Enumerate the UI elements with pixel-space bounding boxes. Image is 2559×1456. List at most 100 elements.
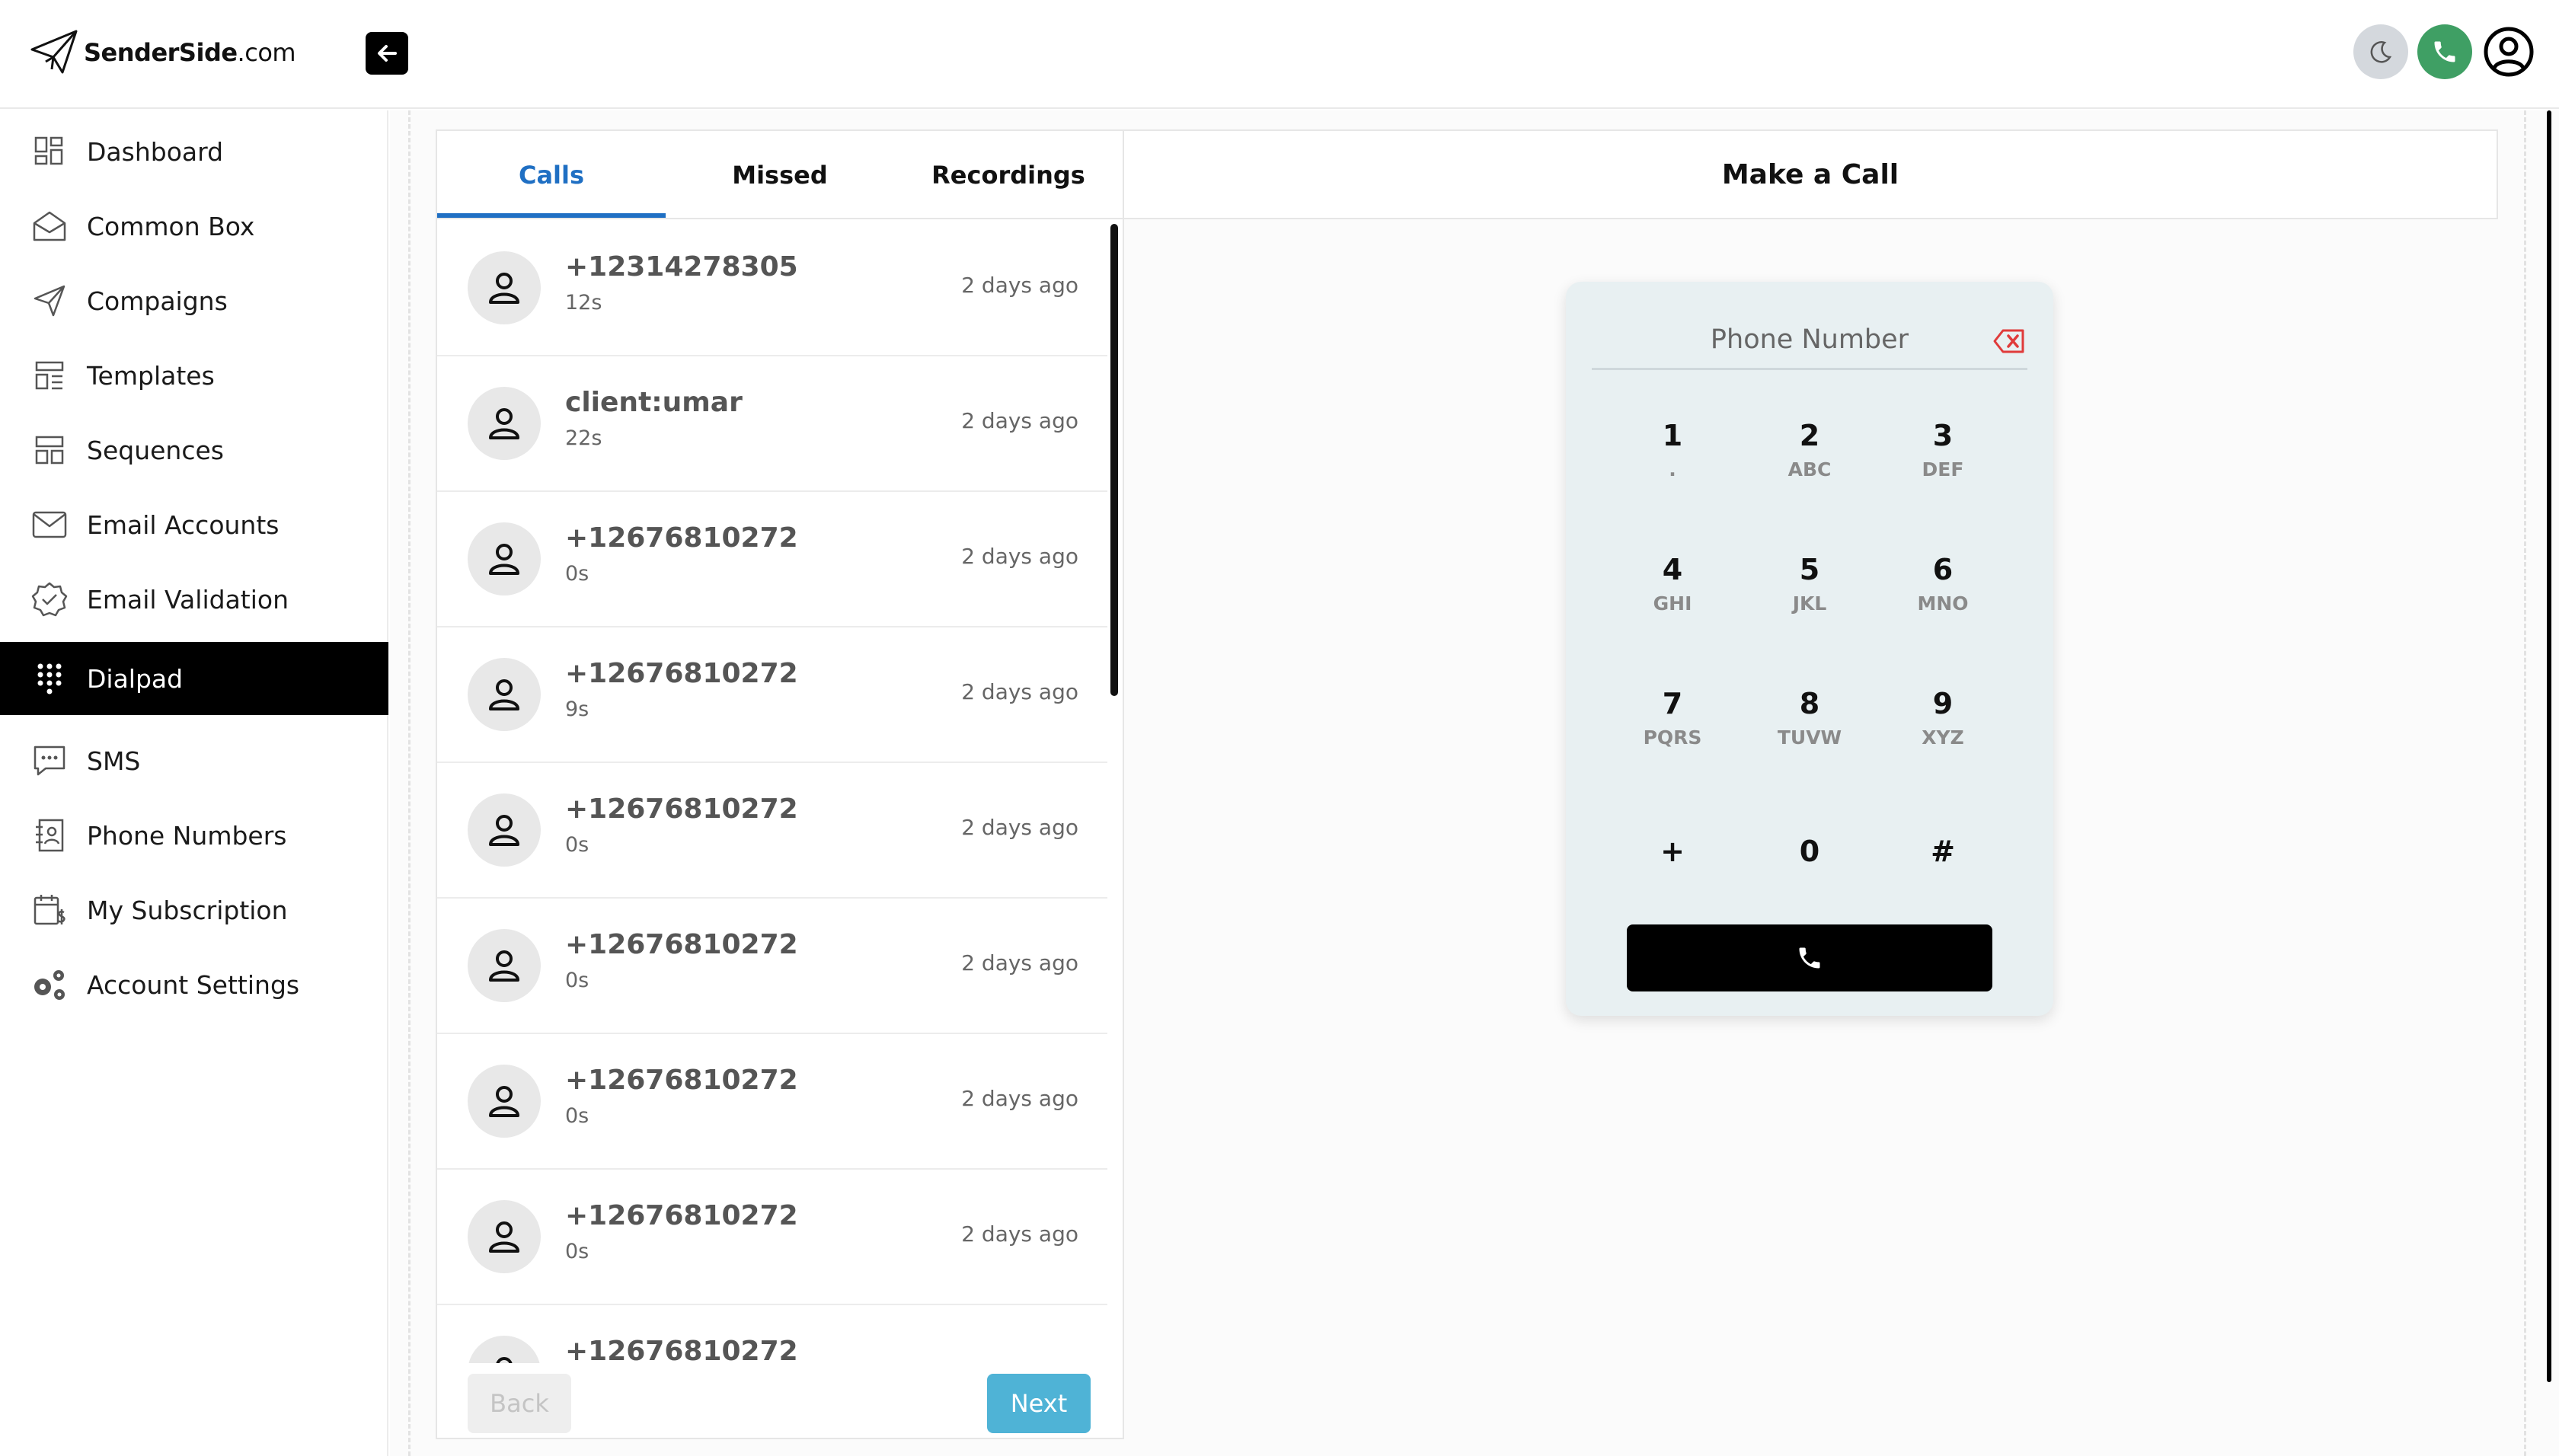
call-number: +12676810272 xyxy=(565,522,798,554)
sidebar-item-label: Compaigns xyxy=(87,286,228,316)
softphone-button[interactable] xyxy=(2417,24,2472,79)
user-icon xyxy=(489,273,519,304)
dial-key-9[interactable]: 9 XYZ xyxy=(1886,679,2000,778)
sidebar-item-label: Email Accounts xyxy=(87,509,280,540)
sidebar-item-label: Phone Numbers xyxy=(87,820,287,851)
sequences-icon xyxy=(30,431,69,469)
call-row[interactable]: +12676810272 0s 2 days ago xyxy=(437,763,1107,899)
user-circle-icon xyxy=(2484,27,2534,77)
page-scrollbar[interactable] xyxy=(2547,110,2551,1382)
dial-key-hash[interactable]: # xyxy=(1886,827,2000,926)
dial-key-0[interactable]: 0 xyxy=(1752,827,1867,926)
avatar xyxy=(468,929,541,1002)
profile-button[interactable] xyxy=(2481,24,2536,79)
sidebar-item-label: SMS xyxy=(87,746,141,776)
sidebar-item-my-subscription[interactable]: My Subscription xyxy=(0,873,388,947)
next-button[interactable]: Next xyxy=(987,1374,1091,1433)
header-actions xyxy=(2353,24,2536,79)
call-duration: 0s xyxy=(565,833,589,857)
send-icon xyxy=(30,282,69,320)
call-row[interactable]: +12676810272 0s 2 days ago xyxy=(437,1034,1107,1170)
logo[interactable]: SenderSide.com xyxy=(29,26,296,79)
avatar xyxy=(468,522,541,595)
sidebar-item-common-box[interactable]: Common Box xyxy=(0,190,388,263)
avatar xyxy=(468,251,541,324)
sidebar-item-label: My Subscription xyxy=(87,895,288,925)
avatar xyxy=(468,658,541,731)
call-time: 2 days ago xyxy=(961,679,1078,704)
brand-name: SenderSide.com xyxy=(84,38,296,67)
dashboard-icon xyxy=(30,133,69,171)
call-number: +12314278305 xyxy=(565,251,798,283)
call-row[interactable]: +12676810272 9s 2 days ago xyxy=(437,627,1107,763)
avatar xyxy=(468,387,541,460)
call-row[interactable]: +12676810272 0s 2 days ago xyxy=(437,492,1107,627)
call-number: +12676810272 xyxy=(565,1200,798,1231)
call-duration: 12s xyxy=(565,291,602,315)
phone-number-field xyxy=(1592,317,2027,370)
call-list-scrollbar[interactable] xyxy=(1110,224,1118,696)
call-duration: 22s xyxy=(565,426,602,450)
sidebar-item-sequences[interactable]: Sequences xyxy=(0,413,388,487)
dial-key-7[interactable]: 7 PQRS xyxy=(1615,679,1730,778)
tab-recordings[interactable]: Recordings xyxy=(894,131,1123,219)
user-icon xyxy=(489,815,519,846)
call-time: 2 days ago xyxy=(961,1221,1078,1247)
tab-missed[interactable]: Missed xyxy=(666,131,894,219)
sidebar-item-label: Dashboard xyxy=(87,136,224,167)
theme-toggle-button[interactable] xyxy=(2353,24,2408,79)
call-number: +12676810272 xyxy=(565,929,798,960)
dial-key-plus[interactable]: + xyxy=(1615,827,1730,926)
sidebar-item-label: Dialpad xyxy=(87,663,184,694)
sidebar-item-label: Account Settings xyxy=(87,969,300,1000)
call-duration: 0s xyxy=(565,562,589,586)
sms-icon xyxy=(30,742,69,780)
user-icon xyxy=(489,1086,519,1117)
call-row[interactable]: +12676810272 xyxy=(437,1305,1107,1363)
call-duration: 0s xyxy=(565,969,589,992)
user-icon xyxy=(496,1357,513,1363)
sidebar-item-templates[interactable]: Templates xyxy=(0,339,388,412)
sidebar-item-label: Common Box xyxy=(87,211,255,241)
sidebar-item-dialpad[interactable]: Dialpad xyxy=(0,642,388,715)
call-time: 2 days ago xyxy=(961,1086,1078,1111)
call-number: +12676810272 xyxy=(565,793,798,825)
avatar xyxy=(468,1336,541,1363)
dialpad-card: 1. 2ABC 3DEF 4GHI 5JKL 6MNO 7PQRS 8TUVW … xyxy=(1566,282,2053,1016)
call-button[interactable] xyxy=(1627,924,1992,991)
dial-key-5[interactable]: 5 JKL xyxy=(1752,545,1867,644)
sidebar-item-compaigns[interactable]: Compaigns xyxy=(0,264,388,337)
sidebar-item-label: Email Validation xyxy=(87,584,289,615)
dial-key-2[interactable]: 2 ABC xyxy=(1752,411,1867,510)
backspace-icon[interactable] xyxy=(1992,327,2026,355)
call-row[interactable]: +12676810272 0s 2 days ago xyxy=(437,1170,1107,1305)
back-button[interactable]: Back xyxy=(468,1374,571,1433)
tab-calls[interactable]: Calls xyxy=(437,131,666,219)
inbox-icon xyxy=(30,207,69,245)
call-row[interactable]: client:umar 22s 2 days ago xyxy=(437,356,1107,492)
subscription-icon xyxy=(30,891,69,929)
phone-number-input[interactable] xyxy=(1592,317,2027,362)
call-row[interactable]: +12676810272 0s 2 days ago xyxy=(437,899,1107,1034)
user-icon xyxy=(489,1221,519,1253)
sidebar-item-dashboard[interactable]: Dashboard xyxy=(0,115,388,188)
call-duration: 0s xyxy=(565,1240,589,1263)
call-number: client:umar xyxy=(565,387,743,418)
sidebar-item-phone-numbers[interactable]: Phone Numbers xyxy=(0,799,388,872)
sidebar-item-label: Sequences xyxy=(87,435,224,465)
sidebar-item-email-validation[interactable]: Email Validation xyxy=(0,563,388,636)
dial-key-8[interactable]: 8 TUVW xyxy=(1752,679,1867,778)
dial-key-3[interactable]: 3 DEF xyxy=(1886,411,2000,510)
dial-key-1[interactable]: 1. xyxy=(1615,411,1730,510)
sidebar-item-email-accounts[interactable]: Email Accounts xyxy=(0,488,388,561)
call-row[interactable]: +12314278305 12s 2 days ago xyxy=(437,221,1107,356)
collapse-sidebar-button[interactable] xyxy=(366,32,408,75)
call-time: 2 days ago xyxy=(961,544,1078,569)
call-list: +12314278305 12s 2 days ago client:umar … xyxy=(437,221,1107,1363)
sidebar-item-sms[interactable]: SMS xyxy=(0,724,388,797)
dial-key-6[interactable]: 6 MNO xyxy=(1886,545,2000,644)
make-call-header: Make a Call xyxy=(1123,129,2498,219)
dial-key-4[interactable]: 4 GHI xyxy=(1615,545,1730,644)
sidebar-item-account-settings[interactable]: Account Settings xyxy=(0,948,388,1021)
avatar xyxy=(468,1200,541,1273)
